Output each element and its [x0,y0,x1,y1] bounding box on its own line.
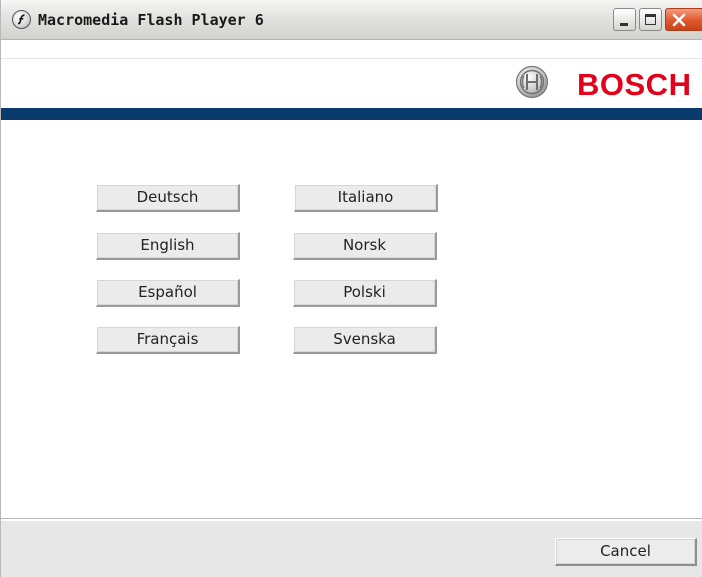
footer-bar: Cancel [1,521,702,577]
close-icon [672,13,686,27]
flash-player-window: Macromedia Flash Player 6 BOSCH Deutsch … [0,0,702,577]
title-bar[interactable]: Macromedia Flash Player 6 [1,0,702,40]
flash-player-icon[interactable] [12,10,31,29]
minimize-button[interactable] [613,8,636,31]
brand-header: BOSCH [1,58,702,108]
language-button-left-2[interactable]: Español [96,279,240,307]
close-button[interactable] [665,8,702,31]
language-button-right-1[interactable]: Norsk [293,232,437,260]
language-button-left-0[interactable]: Deutsch [96,184,240,212]
language-button-right-2[interactable]: Polski [293,279,437,307]
language-button-left-1[interactable]: English [96,232,240,260]
footer-divider [1,518,702,520]
header-divider-bar [1,108,702,120]
minimize-icon [620,23,628,26]
language-button-right-0[interactable]: Italiano [294,184,438,212]
maximize-button[interactable] [639,8,662,31]
language-button-right-3[interactable]: Svenska [293,326,437,354]
bosch-armature-logo [515,65,549,99]
language-selection-panel: Deutsch English Español Français Italiano Nor… [1,120,702,518]
language-button-left-3[interactable]: Français [96,326,240,354]
bosch-wordmark: BOSCH [577,67,692,102]
cancel-button[interactable]: Cancel [555,538,697,566]
maximize-icon [645,14,656,25]
window-title: Macromedia Flash Player 6 [38,11,264,29]
